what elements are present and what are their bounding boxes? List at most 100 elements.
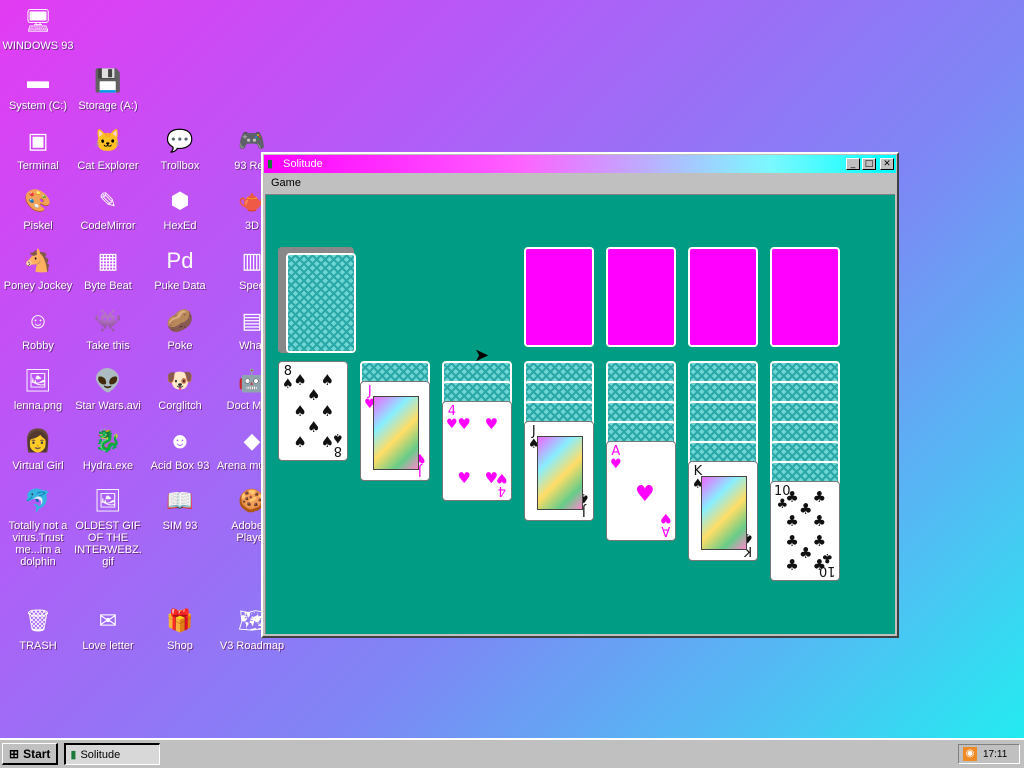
card-suit: ♠ xyxy=(332,430,344,445)
icon-label: SIM 93 xyxy=(162,520,198,532)
icon-label: Byte Beat xyxy=(84,280,132,292)
card-suit: ♠ xyxy=(282,377,294,392)
icon-label: System (C:) xyxy=(8,100,68,112)
desktop-icon-oldest-gif-of-the-interwebz-gif[interactable]: 🖼 OLDEST GIF OF THE INTERWEBZ.gif xyxy=(72,484,144,568)
desktop-icon-system-c[interactable]: ▬ System (C:) xyxy=(2,64,74,112)
foundation-1[interactable] xyxy=(524,247,594,347)
desktop-icon-byte-beat[interactable]: ▦ Byte Beat xyxy=(72,244,144,292)
icon-label: Poney Jockey xyxy=(3,280,73,292)
desktop-icon-star-wars-avi[interactable]: 👽 Star Wars.avi xyxy=(72,364,144,412)
card-rank: 8 xyxy=(334,443,343,458)
desktop-icon-terminal[interactable]: ▣ Terminal xyxy=(2,124,74,172)
icon-label: Take this xyxy=(86,340,130,352)
menu-game[interactable]: Game xyxy=(269,177,303,189)
desktop-icon-cat-explorer[interactable]: 🐱 Cat Explorer xyxy=(72,124,144,172)
desktop-icon-take-this[interactable]: 👾 Take this xyxy=(72,304,144,352)
card-pip: ♣ xyxy=(799,500,813,519)
icon-label: Love letter xyxy=(82,640,134,652)
card-rank: A xyxy=(661,523,671,538)
app-icon: 🖼 xyxy=(24,368,52,393)
app-icon: ✎ xyxy=(98,188,118,213)
app-icon: 📖 xyxy=(166,488,194,513)
card-corner-top: 8 ♠ xyxy=(282,365,294,391)
card-pip: ♠ xyxy=(320,370,335,389)
card-pip: ♠ xyxy=(293,433,307,452)
icon-label: Storage (A:) xyxy=(78,100,138,112)
clock: 17:11 xyxy=(983,748,1008,760)
icon-label: lenna.png xyxy=(13,400,63,412)
start-button[interactable]: ⊞ Start xyxy=(2,743,59,765)
desktop-icon-poke[interactable]: 🥔 Poke xyxy=(144,304,216,352)
rss-icon[interactable]: ◉ xyxy=(963,747,977,761)
desktop-icon-lenna-png[interactable]: 🖼 lenna.png xyxy=(2,364,74,412)
icon-label: Totally not a virus.Trust me...im a dolp… xyxy=(8,520,68,568)
app-icon: 🐉 xyxy=(94,428,122,453)
desktop-icon-hydra-exe[interactable]: 🐉 Hydra.exe xyxy=(72,424,144,472)
tableau-1-top-card[interactable]: 8 ♠ 8 ♠ ♠ ♠ ♠ ♠ ♠ ♠ ♠ ♠ xyxy=(278,361,348,461)
desktop-icon-hexed[interactable]: ⬢ HexEd xyxy=(144,184,216,232)
system-tray: ◉ 17:11 xyxy=(958,744,1020,764)
desktop-icon-acid-box-93[interactable]: ☻ Acid Box 93 xyxy=(144,424,216,472)
title-bar[interactable]: ▮ Solitude _ □ ✕ xyxy=(264,155,896,173)
foundation-2[interactable] xyxy=(606,247,676,347)
taskbar: ⊞ Start ▮ Solitude ◉ 17:11 xyxy=(0,738,1024,768)
tableau-7-top-card[interactable]: 10 ♣ 10 ♣ ♣ ♣ ♣ ♣ ♣ ♣ ♣ ♣ ♣ ♣ xyxy=(770,481,840,581)
desktop-icon-codemirror[interactable]: ✎ CodeMirror xyxy=(72,184,144,232)
card-pip: ♣ xyxy=(799,543,813,562)
card-pip: ♣ xyxy=(785,512,799,531)
court-figure xyxy=(373,396,419,470)
start-label: Start xyxy=(23,746,51,761)
tableau-6-top-card[interactable]: K ♠ K ♠ xyxy=(688,461,758,561)
foundation-3[interactable] xyxy=(688,247,758,347)
card-pip: ♣ xyxy=(785,531,799,550)
windows-logo-icon: ⊞ xyxy=(9,746,20,761)
stock-pile[interactable] xyxy=(286,253,356,353)
task-label: Solitude xyxy=(80,748,121,761)
tableau-2-top-card[interactable]: J ♥ J ♥ xyxy=(360,381,430,481)
card-corner-bottom: A ♥ xyxy=(660,510,672,538)
desktop-icon-windows-93[interactable]: 🖥 WINDOWS 93 xyxy=(2,4,74,52)
app-icon: ⬢ xyxy=(170,188,190,213)
maximize-button[interactable]: □ xyxy=(862,158,876,170)
desktop-icon-corglitch[interactable]: 🐶 Corglitch xyxy=(144,364,216,412)
desktop-icon-poney-jockey[interactable]: 🐴 Poney Jockey xyxy=(2,244,74,292)
foundation-4[interactable] xyxy=(770,247,840,347)
icon-label: V3 Roadmap xyxy=(219,640,285,652)
desktop-icon-storage-a[interactable]: 💾 Storage (A:) xyxy=(72,64,144,112)
desktop-icon-sim-93[interactable]: 📖 SIM 93 xyxy=(144,484,216,532)
app-icon: 👩 xyxy=(24,428,52,453)
card-pip: ♠ xyxy=(320,402,335,420)
app-icon: 💬 xyxy=(166,128,194,153)
close-button[interactable]: ✕ xyxy=(880,158,894,170)
card-pip: ♠ xyxy=(293,402,307,420)
desktop-icon-trash[interactable]: 🗑 TRASH xyxy=(2,604,74,652)
icon-label: Star Wars.avi xyxy=(75,400,141,412)
tableau-3-top-card[interactable]: 4 ♥ 4 ♥ ♥ ♥ ♥ ♥ xyxy=(442,401,512,501)
mouse-cursor-icon: ➤ xyxy=(474,345,490,365)
desktop-icon-puke-data[interactable]: Pd Puke Data xyxy=(144,244,216,292)
menu-bar: Game xyxy=(263,174,897,192)
taskbar-item-solitude[interactable]: ▮ Solitude xyxy=(64,743,161,765)
icon-label: Acid Box 93 xyxy=(150,460,210,472)
app-icon: ▦ xyxy=(97,248,119,273)
trash-can-icon: ▮ xyxy=(70,749,77,761)
icon-label: Cat Explorer xyxy=(77,160,139,172)
desktop-icon-trollbox[interactable]: 💬 Trollbox xyxy=(144,124,216,172)
card-suit: ♥ xyxy=(446,417,458,432)
desktop-icon-virtual-girl[interactable]: 👩 Virtual Girl xyxy=(2,424,74,472)
desktop-icon-totally-not-a-virus-trust-me-im-a-dolphin[interactable]: 🐬 Totally not a virus.Trust me...im a dol… xyxy=(2,484,74,568)
desktop-icon-piskel[interactable]: 🎨 Piskel xyxy=(2,184,74,232)
desktop-icon-shop[interactable]: 🎁 Shop xyxy=(144,604,216,652)
desktop-icon-love-letter[interactable]: ✉ Love letter xyxy=(72,604,144,652)
card-pip: ♠ xyxy=(293,370,307,389)
icon-label: Robby xyxy=(22,340,54,352)
tableau-4-top-card[interactable]: J ♠ J ♠ xyxy=(524,421,594,521)
desktop-icon-robby[interactable]: ☺ Robby xyxy=(2,304,74,352)
icon-label: HexEd xyxy=(163,220,197,232)
card-table: 8 ♠ 8 ♠ ♠ ♠ ♠ ♠ ♠ ♠ ♠ ♠ J ♥ J ♥ 4 ♥ 4 ♥ ♥ ♥ ♥ ♥ J ♠ J ♠ A ♥ A ♥ ♥ K ♠ K ♠ 10 ♣… xyxy=(265,194,895,634)
app-icon: 🎁 xyxy=(166,608,194,633)
card-pip: ♠ xyxy=(307,386,321,405)
app-icon: ▣ xyxy=(27,128,49,153)
minimize-button[interactable]: _ xyxy=(846,158,860,170)
tableau-5-top-card[interactable]: A ♥ A ♥ ♥ xyxy=(606,441,676,541)
